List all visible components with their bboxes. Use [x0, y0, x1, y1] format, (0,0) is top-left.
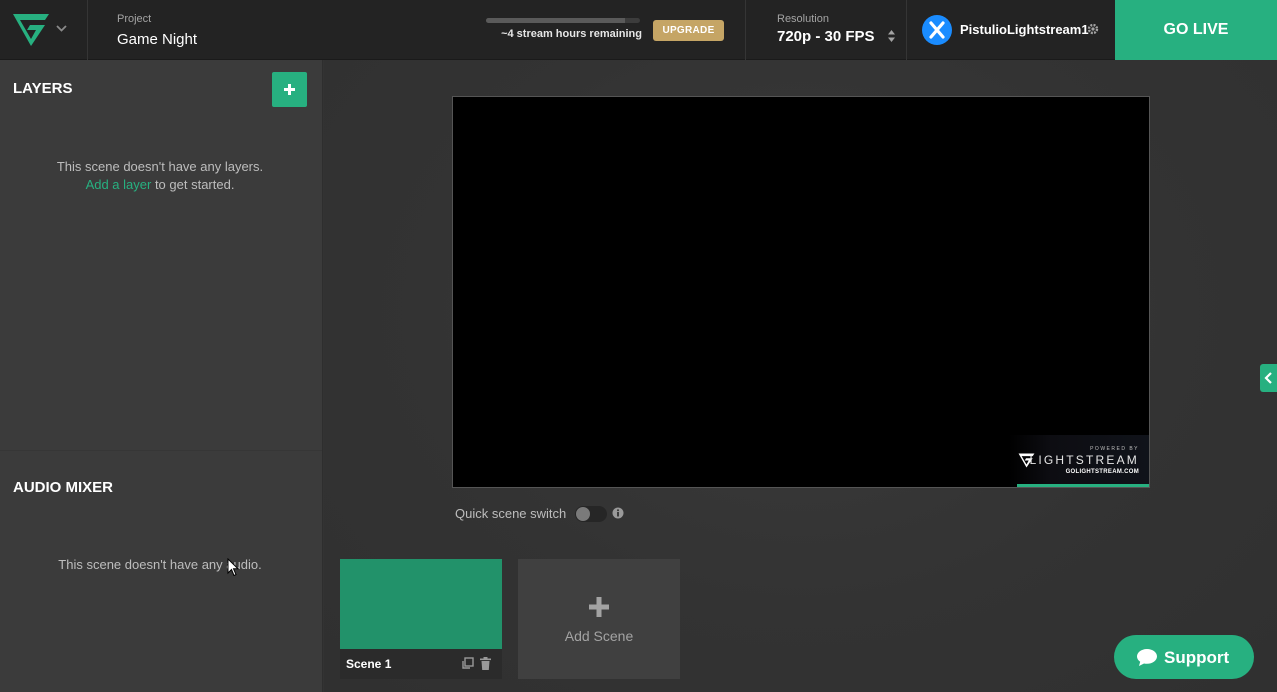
lightstream-watermark: POWERED BY LIGHTSTREAM GOLIGHTSTREAM.COM — [1009, 435, 1149, 487]
layers-empty-text: This scene doesn't have any layers. — [56, 159, 264, 174]
top-bar: Project Game Night ~4 stream hours remai… — [0, 0, 1277, 60]
username: PistulioLightstream1 — [960, 22, 1089, 37]
audio-mixer-title: AUDIO MIXER — [13, 479, 114, 496]
info-icon[interactable] — [612, 507, 624, 519]
upgrade-button[interactable]: UPGRADE — [653, 20, 724, 41]
project-name[interactable]: Game Night — [117, 31, 197, 48]
toggle-knob — [576, 507, 590, 521]
project-label: Project — [117, 13, 152, 25]
chevron-down-icon — [56, 25, 67, 32]
support-label: Support — [1164, 648, 1230, 667]
duplicate-icon[interactable] — [461, 657, 474, 670]
plus-icon — [589, 597, 609, 617]
stream-hours: ~4 stream hours remaining — [486, 18, 642, 40]
chevron-left-icon — [1264, 372, 1272, 384]
app-menu[interactable] — [0, 0, 88, 60]
left-sidebar: LAYERS This scene doesn't have any layer… — [0, 60, 323, 692]
plus-icon — [284, 84, 295, 95]
layers-title: LAYERS — [13, 80, 73, 97]
resolution-selector[interactable]: Resolution 720p - 30 FPS — [745, 0, 907, 60]
mixer-platform-icon — [929, 21, 945, 39]
watermark-url: GOLIGHTSTREAM.COM — [1065, 469, 1139, 475]
lightstream-logo-icon — [13, 14, 49, 46]
add-scene-label: Add Scene — [564, 628, 634, 644]
avatar — [922, 15, 952, 45]
quick-scene-switch-label: Quick scene switch — [455, 506, 567, 521]
resolution-value: 720p - 30 FPS — [777, 28, 875, 45]
resolution-label: Resolution — [777, 13, 829, 25]
audio-empty-text: This scene doesn't have any audio. — [58, 557, 262, 572]
add-layer-link[interactable]: Add a layer — [86, 177, 152, 192]
watermark-accent-bar — [1017, 484, 1149, 487]
quick-scene-switch-toggle[interactable] — [575, 506, 607, 522]
stream-hours-bar-fill — [486, 18, 625, 23]
sort-arrows-icon — [888, 30, 895, 42]
layers-empty-suffix: to get started. — [151, 177, 235, 192]
stream-preview[interactable]: POWERED BY LIGHTSTREAM GOLIGHTSTREAM.COM — [452, 96, 1150, 488]
main-area: POWERED BY LIGHTSTREAM GOLIGHTSTREAM.COM… — [324, 60, 1277, 692]
scene-thumbnail[interactable] — [340, 559, 502, 649]
stream-hours-text: ~4 stream hours remaining — [501, 28, 642, 40]
right-panel-toggle[interactable] — [1260, 364, 1277, 392]
go-live-button[interactable]: GO LIVE — [1115, 0, 1277, 60]
scene-card[interactable]: Scene 1 — [340, 559, 502, 679]
sidebar-divider — [0, 450, 322, 451]
support-button[interactable]: Support — [1114, 635, 1254, 679]
project-info: Project Game Night — [117, 13, 197, 48]
trash-icon[interactable] — [480, 657, 491, 670]
stream-hours-bar — [486, 18, 640, 23]
gear-icon[interactable] — [1087, 23, 1099, 35]
mouse-cursor-icon — [227, 558, 239, 577]
add-scene-button[interactable]: Add Scene — [518, 559, 680, 679]
add-layer-button[interactable] — [272, 72, 307, 107]
watermark-powered: POWERED BY — [1090, 446, 1139, 452]
layers-empty-state: This scene doesn't have any layers. Add … — [0, 158, 320, 194]
chat-bubble-icon — [1137, 649, 1157, 666]
scene-name: Scene 1 — [346, 657, 392, 671]
watermark-brand: LIGHTSTREAM — [1029, 453, 1139, 467]
